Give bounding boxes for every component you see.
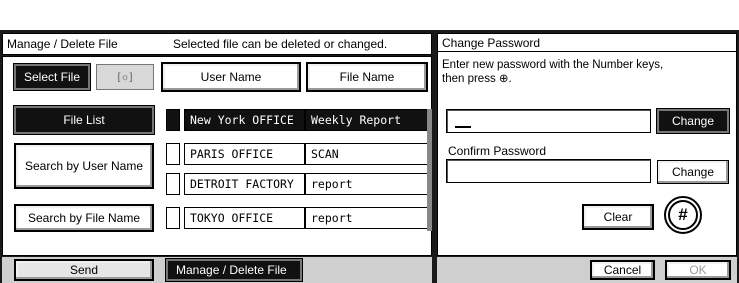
send-label: Send — [69, 263, 99, 277]
text-cursor — [455, 126, 471, 128]
user-name-sort-button[interactable]: User Name — [161, 62, 301, 92]
file-name-header: File Name — [339, 70, 395, 84]
file-name-sort-button[interactable]: File Name — [306, 62, 428, 92]
table-row-user[interactable]: New York OFFICE — [184, 109, 305, 131]
instruction-line-2: then press ⊕. — [442, 73, 512, 85]
change-label: Change — [671, 114, 715, 128]
search-by-user-button[interactable]: Search by User Name — [14, 143, 154, 189]
table-row-user[interactable]: DETROIT FACTORY — [184, 173, 305, 195]
manage-label: Manage / Delete File — [176, 263, 287, 277]
dialog-instruction: Enter new password with the Number keys,… — [442, 58, 732, 86]
change-confirm-password-button[interactable]: Change — [657, 160, 729, 184]
search-file-label: Search by File Name — [27, 211, 141, 225]
status-date: 18 JAN — [587, 5, 635, 19]
send-tab[interactable]: Send — [14, 259, 154, 281]
cancel-button[interactable]: Cancel — [590, 260, 655, 280]
page-title: Manage / Delete File — [7, 37, 118, 51]
row-select-tab[interactable] — [166, 173, 180, 195]
confirm-password-field[interactable] — [446, 159, 651, 183]
row-select-tab[interactable] — [166, 109, 180, 131]
instruction-line-1: Enter new password with the Number keys, — [442, 59, 664, 71]
table-row-file[interactable]: report — [305, 207, 428, 229]
dialog-title: Change Password — [438, 34, 736, 52]
status-time: 2006 15:07 — [653, 5, 731, 19]
list-scrollbar[interactable] — [427, 109, 432, 231]
search-user-label: Search by User Name — [24, 159, 144, 173]
confirm-password-label: Confirm Password — [448, 144, 547, 158]
row-select-tab[interactable] — [166, 207, 180, 229]
hash-symbol: # — [668, 200, 698, 230]
search-by-file-button[interactable]: Search by File Name — [14, 204, 154, 232]
file-icon-button[interactable]: [☼] — [96, 64, 154, 90]
change-new-password-button[interactable]: Change — [656, 108, 730, 134]
file-list-button[interactable]: File List — [13, 105, 155, 135]
status-message: Selected file can be deleted or changed. — [173, 37, 388, 51]
row-select-tab[interactable] — [166, 143, 180, 165]
clear-label: Clear — [603, 210, 633, 224]
file-type-icon: [☼] — [117, 71, 133, 83]
table-row-user[interactable]: TOKYO OFFICE — [184, 207, 305, 229]
new-password-field[interactable] — [446, 109, 651, 133]
manage-delete-tab[interactable]: Manage / Delete File — [165, 258, 303, 282]
table-row-file[interactable]: report — [305, 173, 428, 195]
ok-label: OK — [689, 263, 707, 277]
cancel-label: Cancel — [603, 263, 642, 277]
hash-key-icon[interactable]: # — [664, 196, 702, 234]
clear-button[interactable]: Clear — [582, 204, 654, 230]
change-label: Change — [671, 165, 715, 179]
table-row-file[interactable]: SCAN — [305, 143, 428, 165]
ok-button[interactable]: OK — [665, 260, 731, 280]
user-name-header: User Name — [200, 70, 262, 84]
table-row-file[interactable]: Weekly Report — [305, 109, 428, 131]
table-row-user[interactable]: PARIS OFFICE — [184, 143, 305, 165]
status-datetime: 18 JAN 2006 15:07 — [576, 5, 731, 19]
file-list-label: File List — [63, 113, 105, 127]
left-header: Manage / Delete File Selected file can b… — [2, 33, 432, 55]
select-file-button[interactable]: Select File — [13, 63, 91, 91]
select-file-label: Select File — [23, 70, 81, 84]
